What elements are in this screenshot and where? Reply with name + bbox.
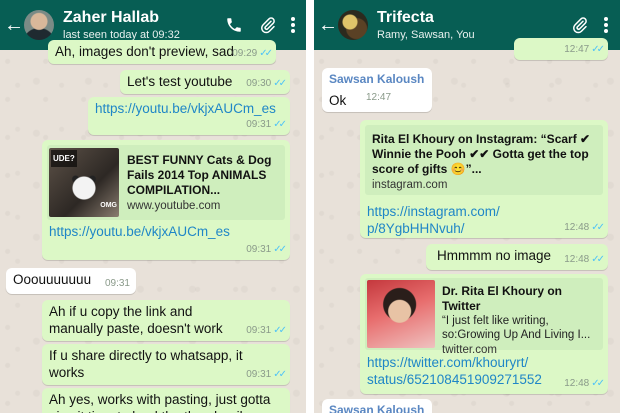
more-vert-icon[interactable] [594,16,618,34]
link-preview-site: www.youtube.com [127,200,221,212]
message-link-line2[interactable]: status/652108451909271552 [367,371,542,388]
message-text: Let's test youtube [127,74,233,89]
message-link[interactable]: https://youtu.be/vkjxAUCm_es [49,223,230,240]
arrow-back-icon[interactable]: ← [318,15,338,35]
message-time: 12:48 [564,254,590,265]
incoming-message[interactable]: Sawsan Kaloush Ok 12:47 [322,68,432,112]
chat-panel-zaher: ← Zaher Hallab last seen today at 09:32 … [0,0,306,413]
link-preview-description: “I just felt like writing, so:Growing Up… [442,315,591,341]
message-text: Ah if u copy the link and manually paste… [49,304,223,336]
paperclip-icon[interactable] [566,16,594,34]
message-link-line2[interactable]: p/8YgbHHNvuh/ [367,220,500,237]
message-time: 12:48 [564,222,590,233]
outgoing-message[interactable]: 12:47 ✓✓ [514,38,608,60]
link-preview-card[interactable]: UDE? OMG BEST FUNNY Cats & Dog Fails 201… [47,145,285,220]
message-meta: 09:31 ✓✓ [246,241,287,258]
phone-icon[interactable] [220,16,248,34]
message-meta: 09:31 ✓✓ [246,116,287,133]
message-meta: 09:29 ✓✓ [232,45,273,62]
link-preview-site: instagram.com [372,179,448,191]
message-time: 12:47 [564,44,590,55]
message-time: 09:29 [232,48,258,59]
group-avatar[interactable] [338,10,368,40]
double-check-icon: ✓✓ [273,369,287,380]
message-text: Ah yes, works with pasting, just gotta g… [49,392,271,413]
message-time: 09:30 [246,78,272,89]
message-time: 12:48 [564,378,590,389]
double-check-icon: ✓✓ [591,378,605,389]
link-preview-card[interactable]: Rita El Khoury on Instagram: “Scarf ✔ Wi… [365,125,603,195]
chat-title: Zaher Hallab [63,8,160,26]
double-check-icon: ✓✓ [273,244,287,255]
panel-divider [306,0,314,413]
more-vert-icon[interactable] [282,16,304,34]
message-text: Hmmmm no image [437,248,552,263]
outgoing-link-preview-message[interactable]: UDE? OMG BEST FUNNY Cats & Dog Fails 201… [42,140,290,260]
thumbnail-caption-bottom: OMG [100,202,117,209]
link-preview-thumbnail [367,280,435,348]
link-preview-title: Rita El Khoury on Instagram: “Scarf ✔ Wi… [372,132,591,176]
double-check-icon: ✓✓ [273,119,287,130]
outgoing-message[interactable]: Ah, images don't preview, sad 09:29 ✓✓ [48,40,276,64]
message-time: 09:31 [246,119,272,130]
message-meta: 12:47 [366,89,391,106]
message-meta: 09:30 ✓✓ [246,75,287,92]
message-meta: 12:48 ✓✓ [564,219,605,236]
double-check-icon: ✓✓ [273,78,287,89]
outgoing-message[interactable]: Let's test youtube 09:30 ✓✓ [120,70,290,94]
thumbnail-caption-top: UDE? [51,150,77,167]
message-text: Ooouuuuuuu [13,272,92,287]
double-check-icon: ✓✓ [259,48,273,59]
chat-title: Trifecta [377,8,434,26]
outgoing-link-preview-message[interactable]: Dr. Rita El Khoury on Twitter “I just fe… [360,274,608,394]
message-meta: 09:31 ✓✓ [246,322,287,339]
message-time: 09:31 [246,244,272,255]
outgoing-link-preview-message[interactable]: Rita El Khoury on Instagram: “Scarf ✔ Wi… [360,120,608,238]
sender-name[interactable]: Sawsan Kaloush [329,402,425,413]
link-preview-thumbnail: UDE? OMG [49,148,119,217]
arrow-back-icon[interactable]: ← [4,15,24,35]
outgoing-message[interactable]: https://youtu.be/vkjxAUCm_es 09:31 ✓✓ [88,97,290,135]
message-meta: 12:48 ✓✓ [564,375,605,392]
double-check-icon: ✓✓ [591,44,605,55]
link-preview-card[interactable]: Dr. Rita El Khoury on Twitter “I just fe… [365,278,603,356]
link-preview-title: Dr. Rita El Khoury on Twitter [442,284,563,313]
outgoing-message[interactable]: If u share directly to whatsapp, it work… [42,344,290,385]
message-link[interactable]: https://youtu.be/vkjxAUCm_es [95,101,276,116]
chat-title-block[interactable]: Trifecta Ramy, Sawsan, You [377,9,566,42]
outgoing-message[interactable]: Ah if u copy the link and manually paste… [42,300,290,341]
message-text: Ah, images don't preview, sad [55,44,234,59]
message-time: 09:31 [104,278,130,289]
message-meta: 12:48 ✓✓ [564,251,605,268]
double-check-icon: ✓✓ [591,222,605,233]
message-meta: 09:31 ✓✓ [246,366,287,383]
message-link-line1[interactable]: https://twitter.com/khouryrt/ [367,354,542,371]
message-time: 09:31 [246,369,272,380]
message-meta: 12:47 ✓✓ [564,41,605,58]
outgoing-message[interactable]: Hmmmm no image 12:48 ✓✓ [426,244,608,270]
message-text: If u share directly to whatsapp, it work… [49,348,243,380]
chat-panel-trifecta: ← Trifecta Ramy, Sawsan, You 12:47 ✓✓ Saw… [314,0,620,413]
chat-title-block[interactable]: Zaher Hallab last seen today at 09:32 [63,9,220,42]
sender-name[interactable]: Sawsan Kaloush [329,71,425,88]
message-meta: 09:31 [105,275,130,292]
avatar[interactable] [24,10,54,40]
message-link-line1[interactable]: https://instagram.com/ [367,203,500,220]
message-time: 09:31 [246,325,272,336]
outgoing-message[interactable]: Ah yes, works with pasting, just gotta g… [42,388,290,413]
paperclip-icon[interactable] [254,16,282,34]
double-check-icon: ✓✓ [273,325,287,336]
double-check-icon: ✓✓ [591,254,605,265]
incoming-message[interactable]: Ooouuuuuuu 09:31 [6,268,136,294]
message-time: 12:47 [366,92,392,103]
link-preview-title: BEST FUNNY Cats & Dog Fails 2014 Top ANI… [127,153,272,197]
incoming-message[interactable]: Sawsan Kaloush [322,399,432,413]
